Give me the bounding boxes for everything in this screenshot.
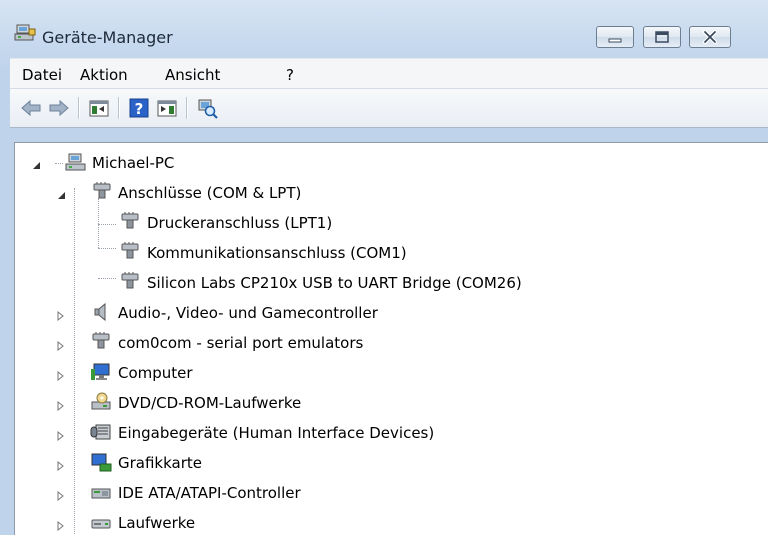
collapsed-arrow-icon[interactable]: [56, 397, 66, 412]
menu-aktion[interactable]: Aktion: [80, 66, 128, 84]
tree-item-anschluesse[interactable]: Anschlüsse (COM & LPT): [15, 181, 415, 205]
collapsed-arrow-icon[interactable]: [56, 517, 66, 532]
tree-label: Michael-PC: [92, 154, 175, 172]
port-connector-icon: [91, 181, 113, 203]
window-title: Geräte-Manager: [42, 28, 173, 47]
computer-icon: [90, 361, 112, 383]
close-icon: [703, 30, 717, 44]
collapsed-arrow-icon[interactable]: [56, 367, 66, 382]
tree-item-computer[interactable]: Computer: [15, 361, 515, 385]
tree-item-com0com[interactable]: com0com - serial port emulators: [15, 331, 515, 355]
tree-label: Kommunikationsanschluss (COM1): [147, 244, 407, 262]
toolbar-separator: [78, 97, 79, 119]
port-connector-icon: [90, 331, 112, 353]
collapsed-arrow-icon[interactable]: [56, 307, 66, 322]
port-connector-icon: [119, 211, 141, 233]
tree-label: Grafikkarte: [118, 454, 203, 472]
menu-ansicht[interactable]: Ansicht: [165, 66, 220, 84]
show-hide-console-tree-icon[interactable]: [88, 97, 110, 119]
tree-item-grafikkarte[interactable]: Grafikkarte: [15, 451, 515, 475]
dvd-drive-icon: [90, 391, 112, 413]
maximize-button[interactable]: [643, 26, 681, 48]
menu-bar: Datei Aktion Ansicht ?: [10, 58, 768, 89]
tree-label: Silicon Labs CP210x USB to UART Bridge (…: [147, 274, 522, 292]
ide-controller-icon: [90, 481, 112, 503]
tree-label: Computer: [118, 364, 193, 382]
toolbar-separator: [186, 97, 187, 119]
scan-hardware-icon[interactable]: [196, 97, 218, 119]
tree-item-dvd-cd-rom[interactable]: DVD/CD-ROM-Laufwerke: [15, 391, 515, 415]
tree-item-ide-controller[interactable]: IDE ATA/ATAPI-Controller: [15, 481, 515, 505]
tree-label: Druckeranschluss (LPT1): [147, 214, 333, 232]
collapsed-arrow-icon[interactable]: [56, 337, 66, 352]
tree-item-laufwerke[interactable]: Laufwerke: [15, 511, 515, 535]
display-adapter-icon: [90, 451, 112, 473]
tree-label: Eingabegeräte (Human Interface Devices): [118, 424, 435, 442]
svg-text:?: ?: [135, 100, 144, 118]
tree-item-kommunikationsanschluss[interactable]: Kommunikationsanschluss (COM1): [15, 241, 515, 265]
back-arrow-icon[interactable]: [20, 97, 42, 119]
expanded-arrow-icon[interactable]: [57, 187, 67, 199]
minimize-icon: [608, 38, 622, 43]
hid-icon: [90, 421, 112, 443]
tree-item-eingabegeraete[interactable]: Eingabegeräte (Human Interface Devices): [15, 421, 575, 445]
tree-item-druckeranschluss[interactable]: Druckeranschluss (LPT1): [15, 211, 515, 235]
tree-label: Audio-, Video- und Gamecontroller: [118, 304, 378, 322]
tree-label: Laufwerke: [118, 514, 196, 532]
menu-datei[interactable]: Datei: [22, 66, 62, 84]
expanded-arrow-icon[interactable]: [32, 157, 42, 169]
port-connector-icon: [119, 271, 141, 293]
collapsed-arrow-icon[interactable]: [56, 487, 66, 502]
speaker-icon: [90, 301, 112, 323]
toolbar: ?: [10, 88, 768, 128]
tree-item-audio-video[interactable]: Audio-, Video- und Gamecontroller: [15, 301, 515, 325]
tree-root-michael-pc[interactable]: Michael-PC: [15, 151, 315, 175]
collapsed-arrow-icon[interactable]: [56, 457, 66, 472]
tree-label: Anschlüsse (COM & LPT): [118, 184, 302, 202]
close-button[interactable]: [689, 26, 731, 48]
device-manager-window: Geräte-Manager Datei Aktion Ansicht ? ? …: [0, 0, 768, 535]
device-manager-icon: [14, 23, 36, 43]
help-icon[interactable]: ?: [128, 97, 150, 119]
port-connector-icon: [119, 241, 141, 263]
tree-label: IDE ATA/ATAPI-Controller: [118, 484, 301, 502]
maximize-icon: [655, 31, 669, 43]
disk-drive-icon: [90, 511, 112, 533]
device-tree[interactable]: Michael-PC Anschlüsse (COM & LPT) Drucke…: [14, 142, 768, 535]
menu-help[interactable]: ?: [286, 66, 294, 84]
show-hide-action-pane-icon[interactable]: [156, 97, 178, 119]
minimize-button[interactable]: [596, 26, 634, 48]
toolbar-separator: [118, 97, 119, 119]
title-bar[interactable]: Geräte-Manager: [0, 0, 768, 55]
tree-label: DVD/CD-ROM-Laufwerke: [118, 394, 302, 412]
tree-label: com0com - serial port emulators: [118, 334, 364, 352]
collapsed-arrow-icon[interactable]: [56, 427, 66, 442]
tree-item-silicon-labs-bridge[interactable]: Silicon Labs CP210x USB to UART Bridge (…: [15, 271, 635, 295]
forward-arrow-icon[interactable]: [48, 97, 70, 119]
computer-root-icon: [65, 151, 87, 173]
